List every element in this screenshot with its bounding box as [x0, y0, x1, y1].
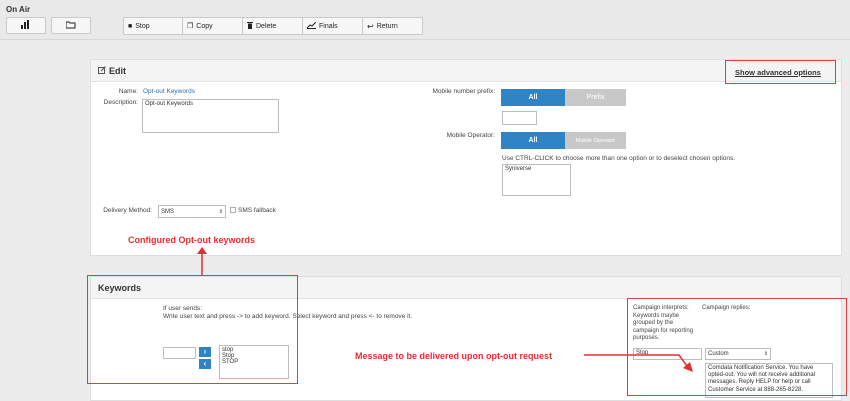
copy-icon: ❐ [187, 23, 194, 30]
delete-label: Delete [256, 22, 277, 30]
keywords-highlight [87, 275, 298, 384]
sms-fallback-checkbox[interactable] [230, 207, 236, 213]
edit-icon [98, 65, 106, 76]
return-arrow-icon: ↩ [367, 21, 374, 31]
delete-button[interactable]: Delete [243, 17, 303, 35]
prefix-option-button[interactable]: Prefix [565, 89, 626, 106]
folder-open-icon [65, 21, 76, 31]
configured-keywords-annotation: Configured Opt-out keywords [128, 235, 255, 245]
page-title: On Air [6, 5, 31, 14]
stop-button[interactable]: ■ Stop [123, 17, 183, 35]
delivery-method-select[interactable]: SMS ⇕ [158, 205, 226, 218]
copy-button[interactable]: ❐ Copy [183, 17, 243, 35]
select-arrows-icon: ⇕ [218, 208, 223, 215]
mobile-operator-label: Mobile Operator: [446, 132, 495, 139]
return-button[interactable]: ↩ Return [363, 17, 423, 35]
bar-chart-icon [21, 20, 31, 31]
prefix-input[interactable] [502, 111, 537, 125]
message-annotation: Message to be delivered upon opt-out req… [355, 351, 553, 361]
prefix-label: Mobile number prefix: [432, 88, 496, 95]
operator-option-button[interactable]: Mobile Operator [565, 132, 626, 149]
edit-panel: Edit Show advanced options Name: Opt-out… [90, 59, 842, 256]
arrow-annotation-icon [584, 354, 693, 372]
reply-highlight [627, 298, 847, 396]
stats-button[interactable] [6, 17, 46, 34]
operator-toggle: All Mobile Operator [501, 132, 626, 149]
prefix-toggle: All Prefix [501, 89, 626, 106]
name-label: Name: [118, 88, 138, 95]
return-label: Return [376, 22, 398, 30]
delivery-method-label: Delivery Method: [103, 207, 152, 214]
stop-icon: ■ [128, 22, 133, 30]
delivery-method-value: SMS [161, 208, 175, 215]
top-toolbar: On Air ■ Stop ❐ Copy Delete Finals ↩ Ret… [0, 0, 850, 40]
name-value[interactable]: Opt-out Keywords [143, 88, 195, 95]
line-chart-icon [306, 21, 317, 31]
finals-button[interactable]: Finals [303, 17, 363, 35]
description-label: Description: [103, 99, 138, 106]
campaign-actions: ■ Stop ❐ Copy Delete Finals ↩ Return [123, 17, 423, 35]
description-textarea[interactable]: Opt-out Keywords [142, 99, 279, 133]
trash-icon [247, 21, 253, 31]
prefix-all-button[interactable]: All [501, 89, 565, 106]
operator-hint: Use CTRL-CLICK to choose more than one o… [502, 155, 736, 162]
operator-list-item[interactable]: Syniverse [505, 166, 568, 172]
open-folder-button[interactable] [51, 17, 91, 34]
operator-all-button[interactable]: All [501, 132, 565, 149]
copy-label: Copy [196, 22, 213, 30]
sms-fallback-label: SMS fallback [238, 207, 276, 214]
up-arrow-annotation-icon [197, 247, 207, 275]
operator-list[interactable]: Syniverse [502, 164, 571, 196]
edit-title: Edit [109, 65, 126, 76]
stop-label: Stop [135, 22, 150, 30]
finals-label: Finals [319, 22, 338, 30]
show-advanced-options-link[interactable]: Show advanced options [735, 68, 821, 77]
